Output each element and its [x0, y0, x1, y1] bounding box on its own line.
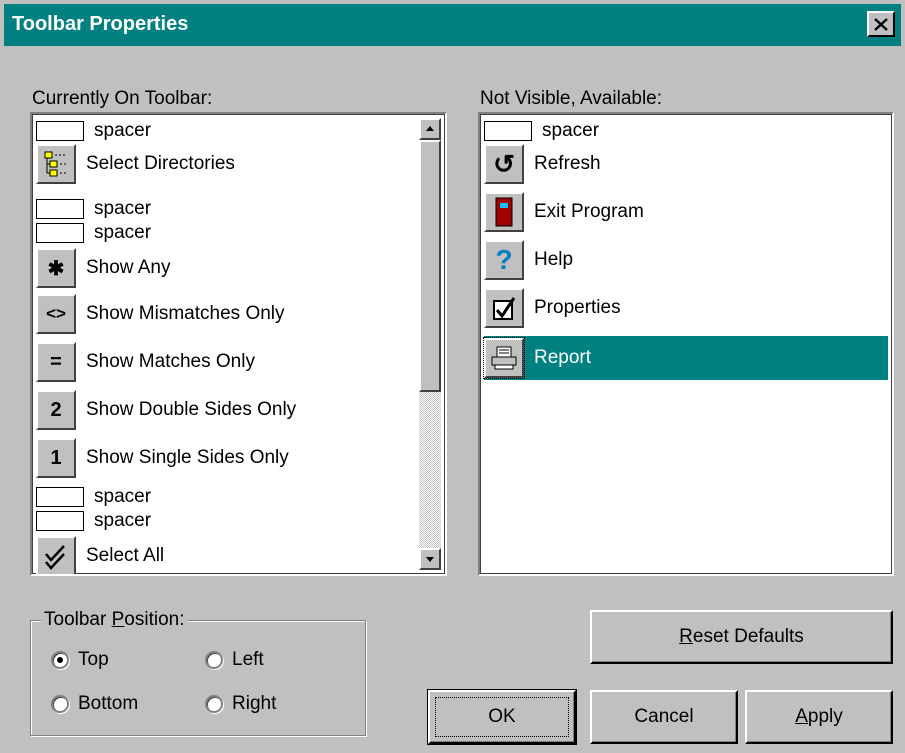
list-item-label: Exit Program	[534, 201, 644, 222]
list-item[interactable]: ? Help	[484, 240, 888, 280]
ok-button[interactable]: OK	[427, 689, 577, 745]
not-visible-available-label: Not Visible, Available:	[480, 88, 663, 109]
apply-text: pply	[807, 706, 843, 727]
list-item[interactable]: ↺ Refresh	[484, 144, 888, 184]
list-item-label: Show Matches Only	[86, 351, 255, 372]
spacer-icon	[484, 121, 532, 141]
radio-label: Right	[232, 693, 277, 714]
list-item-label: spacer	[542, 120, 600, 141]
list-item[interactable]: = Show Matches Only	[36, 342, 441, 382]
radio-circle	[51, 695, 69, 713]
scroll-up-button[interactable]	[419, 118, 441, 140]
radio-dot	[57, 657, 63, 663]
checkbox-properties-icon	[484, 288, 524, 328]
number-two-icon: 2	[36, 390, 76, 430]
select-directories-icon	[36, 144, 76, 184]
radio-circle	[51, 651, 69, 669]
number-one-icon: 1	[36, 438, 76, 478]
help-question-icon: ?	[484, 240, 524, 280]
list-item-selected[interactable]: Report	[483, 336, 888, 380]
scroll-down-button[interactable]	[419, 548, 441, 570]
apply-label: Apply	[795, 706, 843, 728]
radio-left[interactable]: Left	[205, 649, 264, 671]
list-item[interactable]: spacer	[484, 120, 888, 142]
list-item-label: Show Double Sides Only	[86, 399, 297, 420]
spacer-icon	[36, 223, 84, 243]
list-item[interactable]: ✱ Show Any	[36, 248, 441, 288]
title-bar[interactable]: Toolbar Properties	[4, 4, 901, 46]
refresh-icon: ↺	[484, 144, 524, 184]
radio-right[interactable]: Right	[205, 693, 276, 715]
list-item-label: Select All	[86, 545, 165, 566]
list-item[interactable]: spacer	[36, 120, 441, 142]
list-item-label: spacer	[94, 222, 152, 243]
apply-accelerator: A	[795, 706, 808, 727]
toolbar-properties-dialog: Toolbar Properties Currently On Toolbar:…	[0, 0, 905, 753]
list-item-label: Properties	[534, 297, 621, 318]
equals-icon: =	[36, 342, 76, 382]
legend-accelerator: P	[111, 609, 125, 630]
spacer-icon	[36, 199, 84, 219]
currently-on-toolbar-label: Currently On Toolbar:	[32, 88, 213, 109]
exit-door-icon	[484, 192, 524, 232]
radio-circle	[205, 695, 223, 713]
reset-text: eset Defaults	[692, 626, 804, 647]
window-title: Toolbar Properties	[12, 13, 189, 35]
cancel-label: Cancel	[634, 706, 694, 727]
spacer-icon	[36, 487, 84, 507]
list-item-label: spacer	[94, 510, 152, 531]
list-item[interactable]: Exit Program	[484, 192, 888, 232]
list-item-label: Help	[534, 249, 574, 270]
radio-label: Bottom	[78, 693, 139, 714]
list-item[interactable]: Select Directories	[36, 144, 441, 184]
list-item-label: spacer	[94, 486, 152, 507]
mismatch-icon: <>	[36, 294, 76, 334]
select-all-icon	[36, 536, 76, 574]
list-item-label: Select Directories	[86, 153, 235, 174]
reset-defaults-label: Reset Defaults	[679, 626, 804, 648]
toolbar-position-legend: Toolbar Position:	[41, 609, 188, 631]
reset-accelerator: R	[679, 626, 693, 647]
arrow-up-icon	[426, 126, 434, 131]
list-item-label: Refresh	[534, 153, 601, 174]
scroll-thumb[interactable]	[419, 140, 441, 392]
list-item[interactable]: <> Show Mismatches Only	[36, 294, 441, 334]
spacer-icon	[36, 121, 84, 141]
radio-circle	[205, 651, 223, 669]
radio-top[interactable]: Top	[51, 649, 109, 671]
printer-report-icon	[483, 337, 525, 379]
radio-bottom[interactable]: Bottom	[51, 693, 138, 715]
not-visible-available-list[interactable]: spacer ↺ Refresh Exit Program ? Help Pro…	[478, 112, 894, 576]
spacer-icon	[36, 511, 84, 531]
list-item[interactable]: 1 Show Single Sides Only	[36, 438, 441, 478]
list-item-label: Show Single Sides Only	[86, 447, 289, 468]
list-item-label: spacer	[94, 198, 152, 219]
legend-text: Toolbar	[44, 609, 112, 630]
reset-defaults-button[interactable]: Reset Defaults	[590, 610, 893, 664]
close-button[interactable]	[867, 11, 895, 37]
left-list-scrollbar[interactable]	[419, 118, 441, 570]
radio-label: Top	[78, 649, 109, 670]
list-item[interactable]: spacer	[36, 510, 441, 532]
close-icon	[874, 17, 888, 31]
list-item[interactable]: Select All	[36, 536, 441, 574]
asterisk-icon: ✱	[36, 248, 76, 288]
currently-on-toolbar-list[interactable]: spacer Select Directories spacer spacer	[30, 112, 447, 576]
list-item[interactable]: spacer	[36, 198, 441, 220]
list-item-label: spacer	[94, 120, 152, 141]
toolbar-position-group: Toolbar Position: Top Left Bottom Right	[30, 609, 366, 736]
list-item[interactable]: Properties	[484, 288, 888, 328]
list-item-label: Report	[534, 347, 592, 368]
arrow-down-icon	[426, 557, 434, 562]
list-item[interactable]: spacer	[36, 486, 441, 508]
apply-button[interactable]: Apply	[745, 690, 893, 744]
list-item[interactable]: spacer	[36, 222, 441, 244]
focus-rectangle	[435, 697, 569, 737]
cancel-button[interactable]: Cancel	[590, 690, 738, 744]
list-item-label: Show Any	[86, 257, 171, 278]
legend-text: osition:	[124, 609, 185, 630]
radio-label: Left	[232, 649, 264, 670]
list-item[interactable]: 2 Show Double Sides Only	[36, 390, 441, 430]
list-item-label: Show Mismatches Only	[86, 303, 285, 324]
